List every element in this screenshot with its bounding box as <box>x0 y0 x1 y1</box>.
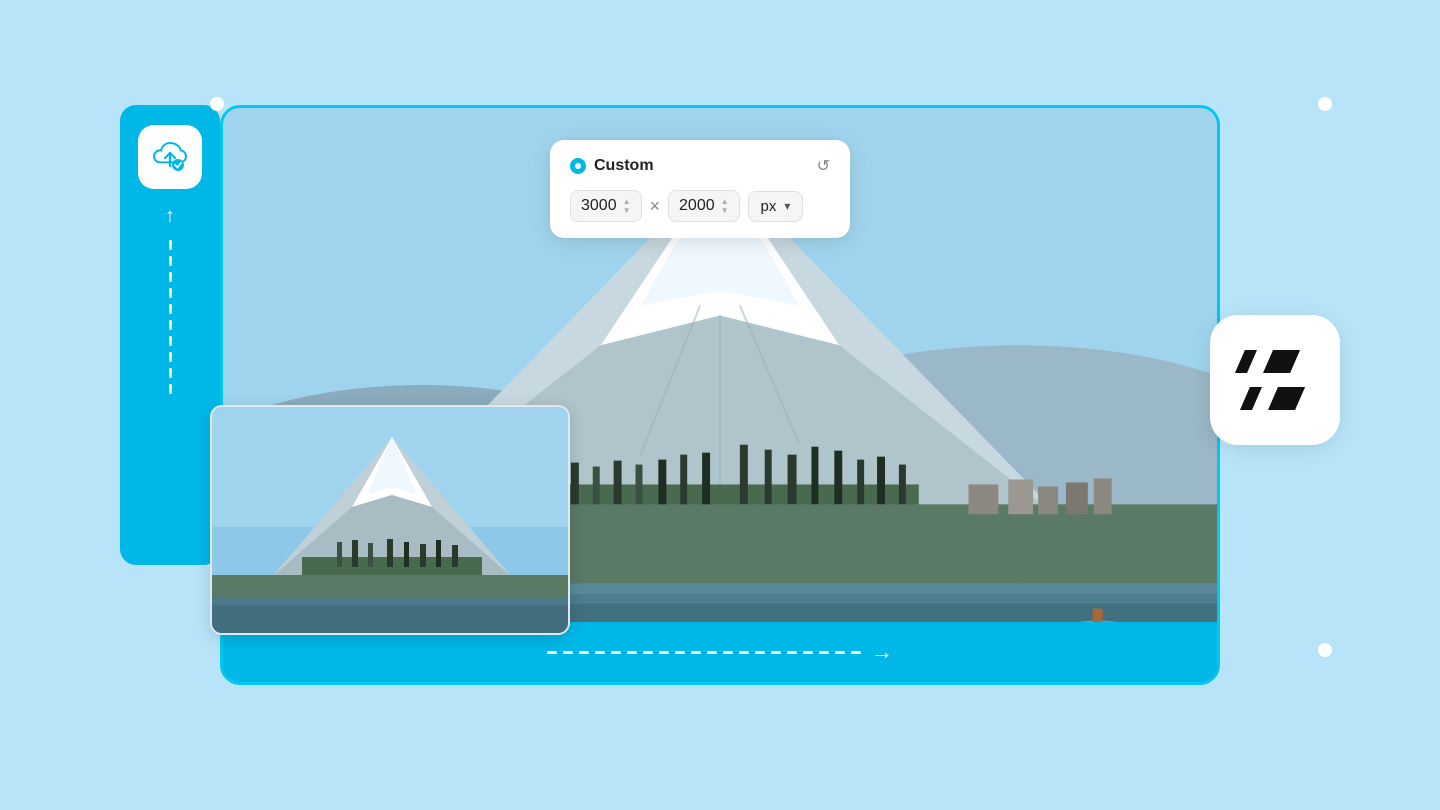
dash-17 <box>803 651 813 654</box>
height-down-spinner[interactable]: ▼ <box>721 207 729 215</box>
width-value: 3000 <box>581 197 617 215</box>
dash-9 <box>675 651 685 654</box>
dash-12 <box>723 651 733 654</box>
thumbnail-card <box>210 405 570 635</box>
v-dash-7 <box>169 336 172 346</box>
height-spinners: ▲ ▼ <box>721 198 729 215</box>
unit-text: px <box>761 198 777 215</box>
custom-label: Custom <box>594 157 654 175</box>
dash-18 <box>819 651 829 654</box>
width-down-spinner[interactable]: ▼ <box>623 207 631 215</box>
v-dash-6 <box>169 320 172 330</box>
unit-select[interactable]: px ▾ <box>748 191 804 222</box>
custom-radio-button[interactable] <box>570 158 586 174</box>
v-dash-1 <box>169 240 172 250</box>
dash-8 <box>659 651 669 654</box>
dash-14 <box>755 651 765 654</box>
dash-16 <box>787 651 797 654</box>
chevron-down-icon: ▾ <box>784 199 790 213</box>
v-dash-5 <box>169 304 172 314</box>
v-dash-4 <box>169 288 172 298</box>
custom-label-row: Custom <box>570 157 654 175</box>
dimension-separator: × <box>650 196 661 217</box>
width-input[interactable]: 3000 ▲ ▼ <box>570 190 642 222</box>
v-dash-10 <box>169 384 172 394</box>
dash-15 <box>771 651 781 654</box>
height-value: 2000 <box>679 197 715 215</box>
dash-11 <box>707 651 717 654</box>
dash-3 <box>579 651 589 654</box>
dash-19 <box>835 651 845 654</box>
cloud-upload-svg <box>151 141 189 173</box>
thumbnail-mountain-svg <box>212 407 570 635</box>
capcut-logo-box <box>1210 315 1340 445</box>
dash-13 <box>739 651 749 654</box>
capcut-logo-svg <box>1235 345 1315 415</box>
reset-icon[interactable]: ↺ <box>817 156 830 176</box>
custom-panel: Custom ↺ 3000 ▲ ▼ × 2000 ▲ ▼ px <box>550 140 850 238</box>
corner-dot-top-right <box>1318 97 1332 111</box>
dash-4 <box>595 651 605 654</box>
v-dash-3 <box>169 272 172 282</box>
dashed-arrow-line: → <box>547 639 893 665</box>
up-arrow-icon: ↑ <box>165 205 175 228</box>
dash-10 <box>691 651 701 654</box>
corner-dot-bottom-right <box>1318 643 1332 657</box>
height-up-spinner[interactable]: ▲ <box>721 198 729 206</box>
arrow-right-icon: → <box>871 639 893 665</box>
width-up-spinner[interactable]: ▲ <box>623 198 631 206</box>
height-input[interactable]: 2000 ▲ ▼ <box>668 190 740 222</box>
dash-6 <box>627 651 637 654</box>
v-dash-8 <box>169 352 172 362</box>
custom-panel-header: Custom ↺ <box>570 156 830 176</box>
dash-20 <box>851 651 861 654</box>
v-dash-2 <box>169 256 172 266</box>
dash-1 <box>547 651 557 654</box>
corner-dot-top-left <box>210 97 224 111</box>
main-scene: → ↑ <box>120 75 1320 735</box>
width-spinners: ▲ ▼ <box>623 198 631 215</box>
dash-2 <box>563 651 573 654</box>
left-panel: ↑ <box>120 105 220 565</box>
custom-panel-inputs: 3000 ▲ ▼ × 2000 ▲ ▼ px ▾ <box>570 190 830 222</box>
cloud-upload-icon-box <box>138 125 202 189</box>
dash-7 <box>643 651 653 654</box>
dash-5 <box>611 651 621 654</box>
vertical-dashed-line: ↑ <box>165 205 175 394</box>
v-dash-9 <box>169 368 172 378</box>
